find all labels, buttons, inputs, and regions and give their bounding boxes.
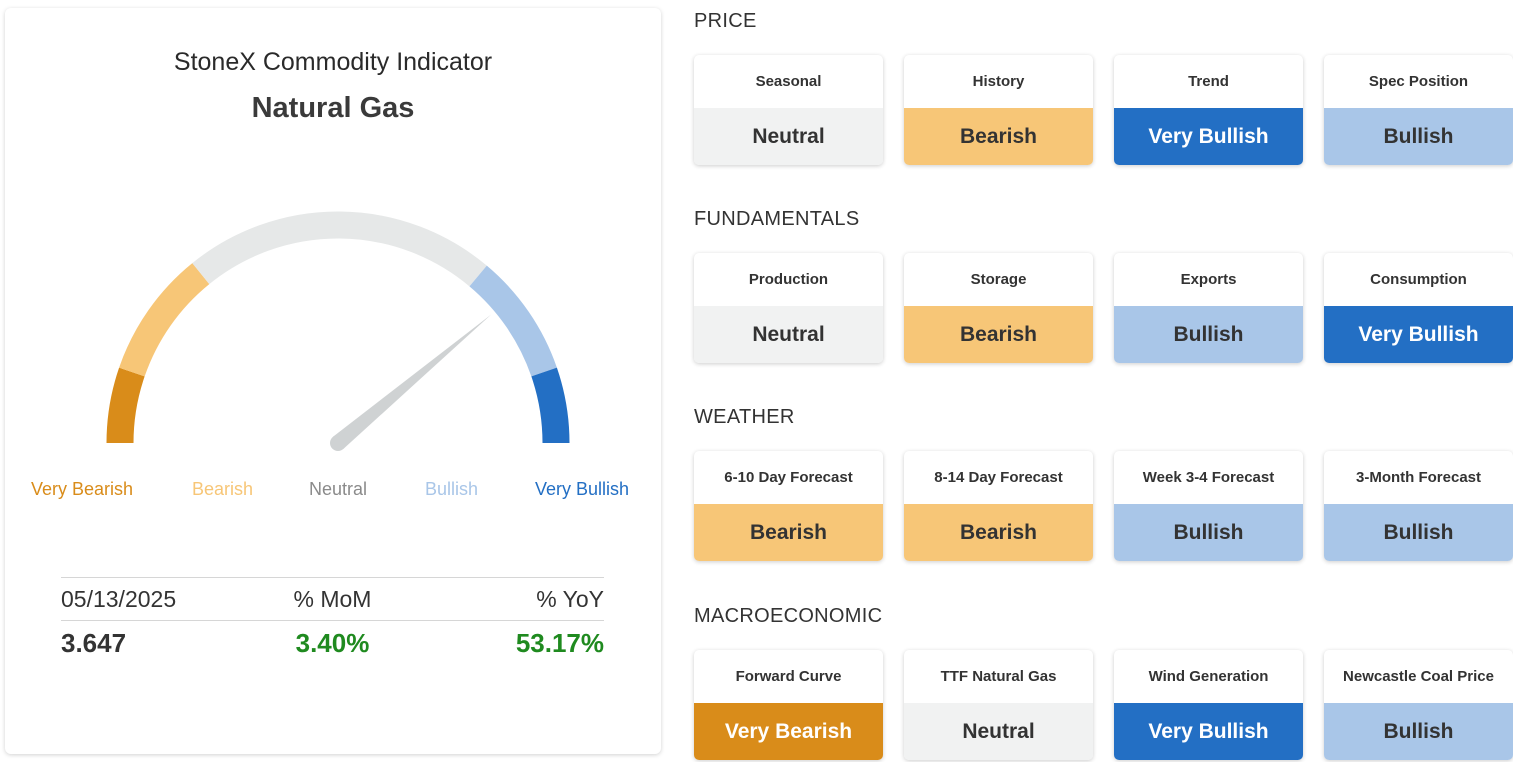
tile-label: Wind Generation xyxy=(1148,668,1269,685)
stats-yoy-value: 53.17% xyxy=(515,627,604,658)
stats-date: 05/13/2025 xyxy=(61,585,177,612)
gauge-label-bullish: Bullish xyxy=(425,479,479,499)
tile-seasonal: Seasonal Neutral xyxy=(694,55,883,165)
tile-value: Bullish xyxy=(1324,108,1513,165)
tile-value: Neutral xyxy=(694,306,883,363)
tile-spec-position: Spec Position Bullish xyxy=(1324,55,1513,165)
tile-label: 6-10 Day Forecast xyxy=(724,469,853,486)
tile-label: History xyxy=(972,73,1025,90)
tile-value: Bullish xyxy=(1114,504,1303,561)
stats-price: 3.647 xyxy=(61,627,127,658)
gauge-needle-hub xyxy=(330,435,346,451)
tile-6-10-day-forecast: 6-10 Day Forecast Bearish xyxy=(694,451,883,561)
tile-trend: Trend Very Bullish xyxy=(1114,55,1303,165)
gauge-label-bearish: Bearish xyxy=(192,479,254,499)
tile-value: Very Bearish xyxy=(694,703,883,760)
section-title-price: PRICE xyxy=(694,10,757,32)
tile-3-month-forecast: 3-Month Forecast Bullish xyxy=(1324,451,1513,561)
tile-label: Consumption xyxy=(1370,271,1467,288)
tile-value: Bearish xyxy=(904,504,1093,561)
tile-production: Production Neutral xyxy=(694,253,883,363)
tile-label: Storage xyxy=(970,271,1027,288)
tile-value: Very Bullish xyxy=(1114,703,1303,760)
gauge-label-neutral: Neutral xyxy=(309,479,368,499)
gauge-segment-bullish xyxy=(469,265,557,377)
gauge-needle xyxy=(332,314,492,450)
tile-label: Spec Position xyxy=(1368,73,1469,90)
tile-value: Very Bullish xyxy=(1114,108,1303,165)
tile-value: Neutral xyxy=(904,703,1093,760)
gauge-label-very-bullish: Very Bullish xyxy=(535,479,630,499)
tile-week-3-4-forecast: Week 3-4 Forecast Bullish xyxy=(1114,451,1303,561)
tile-consumption: Consumption Very Bullish xyxy=(1324,253,1513,363)
tile-storage: Storage Bearish xyxy=(904,253,1093,363)
tile-label: Trend xyxy=(1188,73,1229,90)
tile-8-14-day-forecast: 8-14 Day Forecast Bearish xyxy=(904,451,1093,561)
section-title-fundamentals: FUNDAMENTALS xyxy=(694,208,860,230)
sentiment-gauge xyxy=(106,211,570,451)
indicator-card: StoneX Commodity Indicator Natural Gas V… xyxy=(5,8,661,754)
stats-mom-value: 3.40% xyxy=(295,627,370,658)
price-stats: 05/13/2025 % MoM % YoY 3.647 3.40% 53.17… xyxy=(61,577,604,665)
gauge-label-very-bearish: Very Bearish xyxy=(31,479,134,499)
tile-label: Exports xyxy=(1180,271,1237,288)
tile-wind-generation: Wind Generation Very Bullish xyxy=(1114,650,1303,760)
gauge-segment-bearish xyxy=(119,263,210,377)
tile-label: Forward Curve xyxy=(735,668,842,685)
commodity-name: Natural Gas xyxy=(251,92,415,124)
tile-label: 3-Month Forecast xyxy=(1355,469,1481,486)
stats-mom-label: % MoM xyxy=(293,585,372,612)
tile-newcastle-coal-price: Newcastle Coal Price Bullish xyxy=(1324,650,1513,760)
tile-value: Neutral xyxy=(694,108,883,165)
tile-value: Bullish xyxy=(1324,504,1513,561)
tile-history: History Bearish xyxy=(904,55,1093,165)
tile-label: Production xyxy=(748,271,829,288)
tile-value: Bearish xyxy=(904,108,1093,165)
stats-yoy-label: % YoY xyxy=(536,585,604,612)
tile-ttf-natural-gas: TTF Natural Gas Neutral xyxy=(904,650,1093,760)
section-title-weather: WEATHER xyxy=(694,406,795,428)
tile-label: Newcastle Coal Price xyxy=(1343,668,1494,685)
tile-value: Bearish xyxy=(904,306,1093,363)
tile-label: Week 3-4 Forecast xyxy=(1142,469,1275,486)
tile-label: Seasonal xyxy=(755,73,822,90)
tile-value: Very Bullish xyxy=(1324,306,1513,363)
tile-value: Bearish xyxy=(694,504,883,561)
tile-value: Bullish xyxy=(1324,703,1513,760)
tile-label: TTF Natural Gas xyxy=(940,668,1057,685)
gauge-segment-neutral xyxy=(192,211,487,287)
tile-exports: Exports Bullish xyxy=(1114,253,1303,363)
gauge-segment-very-bullish xyxy=(531,367,570,444)
gauge-segment-very-bearish xyxy=(106,367,145,444)
tile-value: Bullish xyxy=(1114,306,1303,363)
section-title-macroeconomic: MACROECONOMIC xyxy=(694,605,883,627)
indicator-title: StoneX Commodity Indicator xyxy=(173,48,493,76)
tile-label: 8-14 Day Forecast xyxy=(934,469,1063,486)
tile-forward-curve: Forward Curve Very Bearish xyxy=(694,650,883,760)
